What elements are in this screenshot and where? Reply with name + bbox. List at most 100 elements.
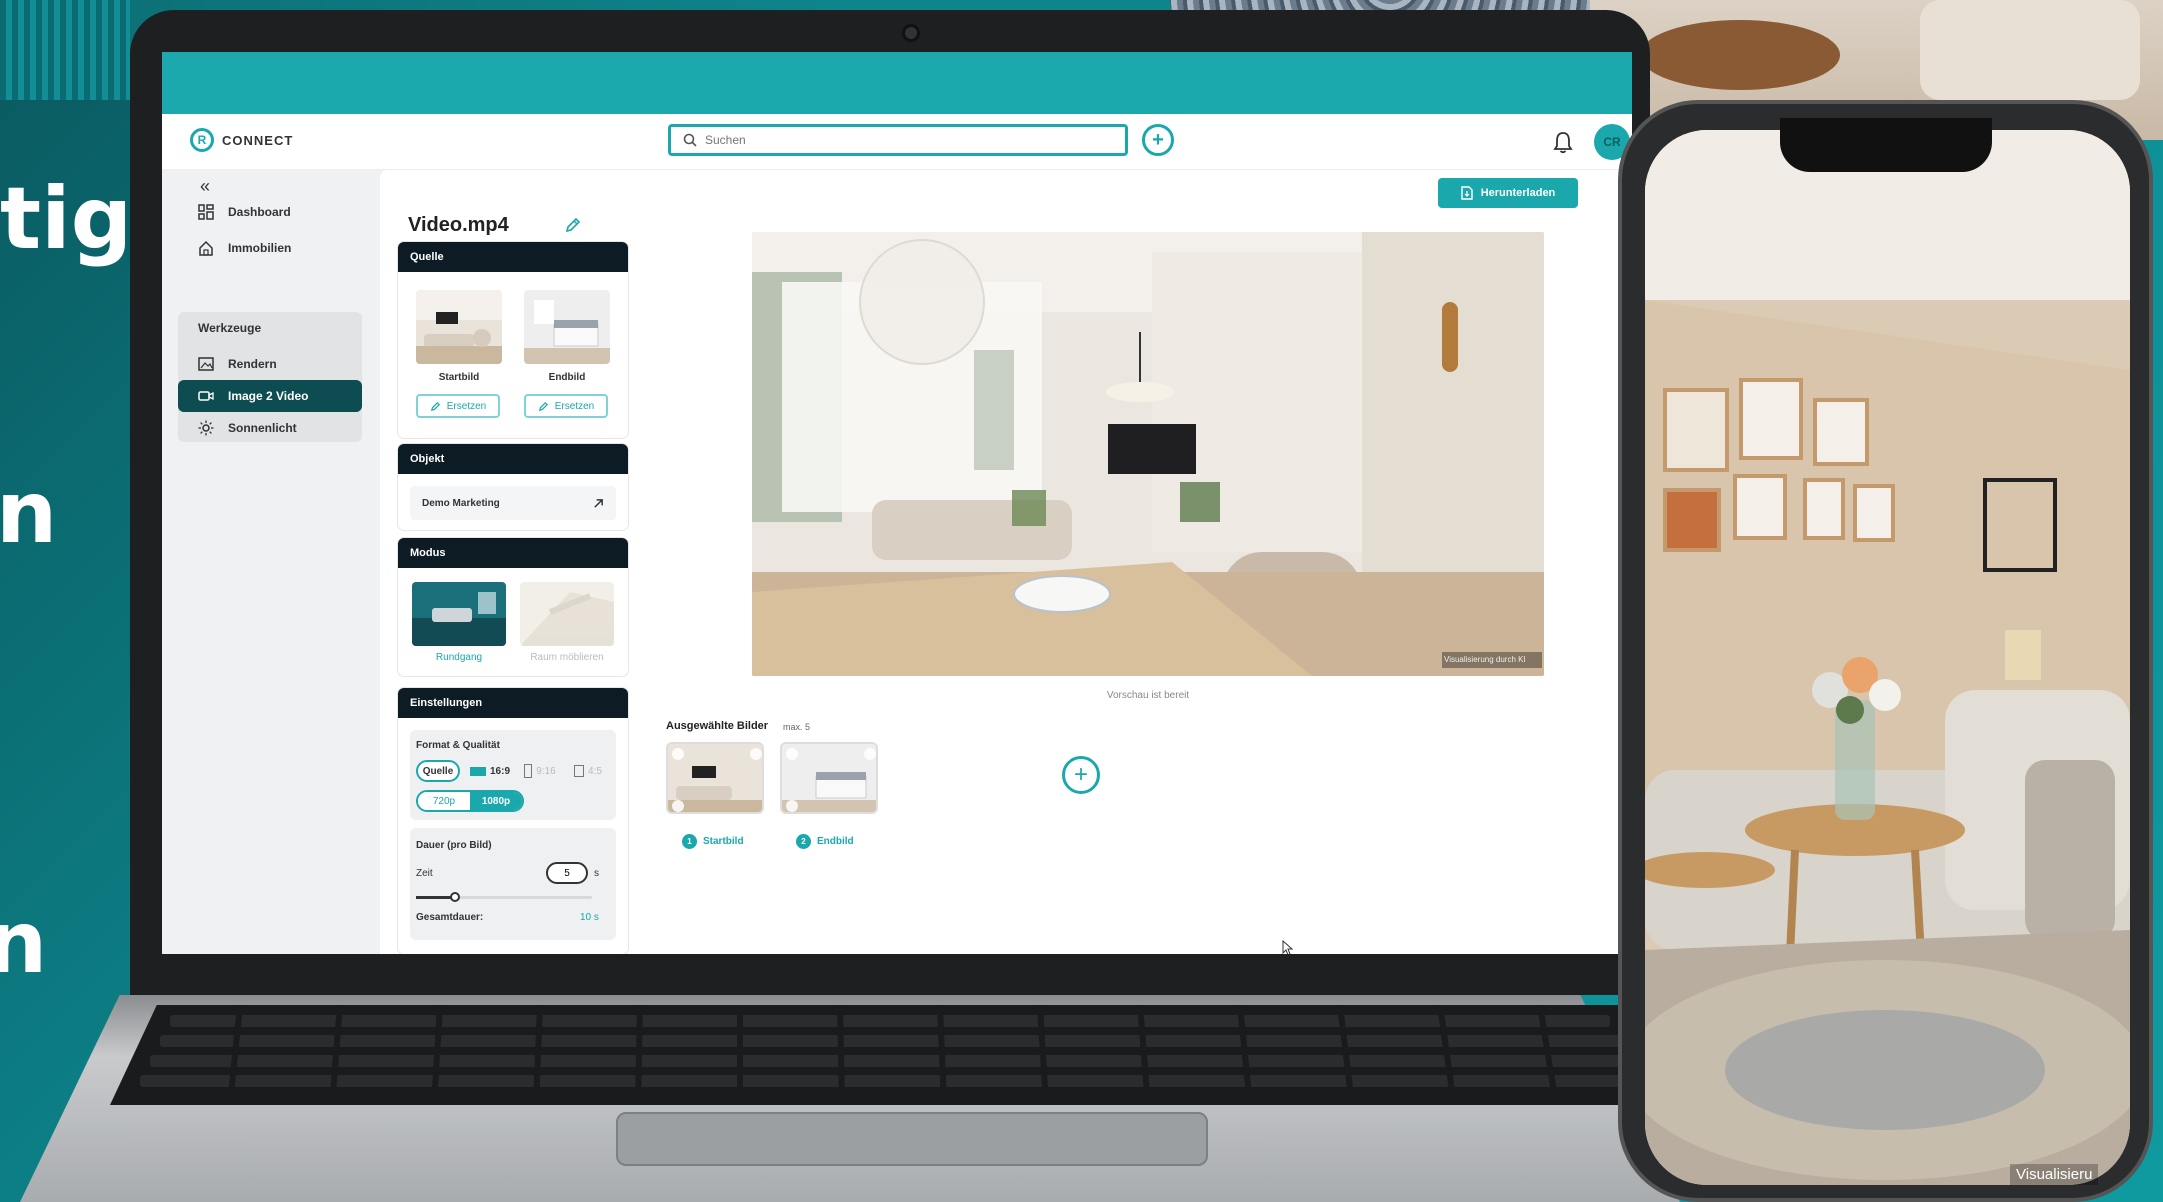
furnish-mode-thumbnail [520, 582, 614, 646]
video-camera-icon [198, 391, 214, 401]
total-duration-value: 10 s [580, 912, 599, 923]
app-logo[interactable]: R CONNECT [190, 128, 293, 152]
image-number-badge: 1 [682, 834, 697, 849]
format-option-label: 4:5 [588, 765, 602, 777]
replace-end-button[interactable]: Ersetzen [524, 394, 608, 418]
duration-label: Dauer (pro Bild) [416, 840, 492, 851]
selected-images-title: Ausgewählte Bilder [666, 720, 769, 732]
edit-title-pencil-icon[interactable] [564, 216, 582, 234]
mode-option-tour[interactable] [412, 582, 506, 646]
format-option-source[interactable]: Quelle [416, 760, 460, 782]
pencil-icon [538, 401, 548, 411]
sidebar-item-label: Immobilien [228, 241, 292, 255]
format-option-9-16[interactable]: 9:16 [520, 760, 560, 782]
replace-label: Ersetzen [446, 400, 487, 412]
add-button[interactable]: + [1142, 124, 1174, 156]
duration-box: Dauer (pro Bild) Zeit 5 s Gesamtdauer: 1… [410, 828, 616, 940]
background-stripes [0, 0, 130, 100]
sidebar-item-sonnenlicht[interactable]: Sonnenlicht [178, 412, 362, 444]
keyboard-keys [140, 1005, 1640, 1105]
tour-mode-thumbnail [412, 582, 506, 646]
replace-start-button[interactable]: Ersetzen [416, 394, 500, 418]
mode-option-furnish[interactable] [520, 582, 614, 646]
dashboard-icon [198, 204, 214, 220]
arrow-up-right-icon [594, 498, 603, 508]
logo-text: CONNECT [222, 132, 294, 148]
coffee-table [1640, 20, 1840, 90]
mode-furnish-label: Raum möblieren [530, 652, 604, 663]
mouse-cursor-icon [1282, 940, 1294, 954]
search-icon [683, 133, 697, 147]
headline-fragment-2: n [0, 463, 58, 563]
search-box[interactable] [668, 124, 1128, 156]
image-number-badge: 2 [796, 834, 811, 849]
video-preview[interactable]: Visualisierung durch KI [752, 232, 1544, 676]
selected-images-max: max. 5 [783, 722, 811, 732]
format-option-4-5[interactable]: 4:5 [568, 760, 608, 782]
laptop-keyboard [110, 1005, 1670, 1105]
screen-top-band [162, 52, 1632, 114]
headline-fragment-3: n [0, 893, 48, 993]
sidebar-group-label: Werkzeuge [198, 321, 262, 335]
sidebar-item-rendern[interactable]: Rendern [178, 348, 362, 380]
sidebar: « Dashboard Immobilien Werkzeuge Rendern… [178, 170, 368, 470]
settings-card: Einstellungen Format & Qualität Quelle 1… [398, 688, 628, 954]
image-role-label: Endbild [817, 836, 854, 847]
card-title: Einstellungen [398, 688, 628, 718]
selected-image-2-label: 2 Endbild [796, 834, 854, 849]
sidebar-item-dashboard[interactable]: Dashboard [178, 196, 362, 228]
time-slider-handle[interactable] [450, 892, 460, 902]
object-name: Demo Marketing [422, 497, 500, 509]
add-image-button[interactable]: + [1062, 756, 1100, 794]
mode-tour-label: Rundgang [435, 652, 483, 663]
end-image-thumbnail[interactable] [524, 290, 610, 364]
phone-image-caption: Visualisieru [2010, 1164, 2099, 1185]
selected-image-2[interactable] [780, 742, 878, 814]
logo-mark-icon: R [190, 128, 214, 152]
preview-watermark: Visualisierung durch KI [1444, 655, 1526, 664]
quality-toggle: 720p 1080p [416, 790, 524, 812]
sidebar-item-label: Image 2 Video [228, 389, 309, 403]
quality-720p[interactable]: 720p [418, 792, 470, 810]
preview-status: Vorschau ist bereit [1106, 690, 1190, 701]
plus-icon: + [1152, 128, 1164, 151]
object-card: Objekt Demo Marketing [398, 444, 628, 530]
time-input[interactable]: 5 [546, 862, 588, 884]
format-label: Format & Qualität [416, 740, 500, 751]
file-download-icon [1461, 186, 1473, 200]
sidebar-item-image-2-video[interactable]: Image 2 Video [178, 380, 362, 412]
page-title: Video.mp4 [408, 214, 509, 236]
image-render-icon [198, 357, 214, 371]
quality-1080p[interactable]: 1080p [470, 792, 522, 810]
sun-icon [198, 420, 214, 436]
card-title: Objekt [398, 444, 628, 474]
download-label: Herunterladen [1480, 187, 1556, 199]
bedroom-thumbnail [524, 290, 610, 364]
time-label: Zeit [416, 868, 433, 879]
format-quality-box: Format & Qualität Quelle 16:9 9:16 4:5 7… [410, 730, 616, 820]
time-slider-fill [416, 896, 454, 899]
format-option-16-9[interactable]: 16:9 [468, 760, 512, 782]
laptop-camera [902, 24, 920, 42]
editor-panel: Video.mp4 Quelle Startbild Endbild Erset… [380, 170, 1632, 954]
plus-icon: + [1073, 761, 1088, 788]
headline-fragment-1: tig [0, 169, 133, 269]
start-image-thumbnail[interactable] [416, 290, 502, 364]
search-input[interactable] [705, 133, 1085, 147]
replace-label: Ersetzen [554, 400, 595, 412]
time-slider-track[interactable] [416, 892, 592, 902]
living-room-thumbnail [416, 290, 502, 364]
selected-image-1[interactable] [666, 742, 764, 814]
sidebar-item-label: Dashboard [228, 205, 291, 219]
sidebar-item-immobilien[interactable]: Immobilien [178, 232, 362, 264]
object-link-row[interactable]: Demo Marketing [410, 486, 616, 520]
download-button[interactable]: Herunterladen [1438, 178, 1578, 208]
total-duration-label: Gesamtdauer: [416, 912, 484, 923]
preview-room-image [752, 232, 1544, 676]
sidebar-item-label: Rendern [228, 357, 277, 371]
bell-icon[interactable] [1552, 130, 1574, 154]
pencil-icon [430, 401, 440, 411]
card-title: Modus [398, 538, 628, 568]
selected-image-1-label: 1 Startbild [682, 834, 744, 849]
collapse-sidebar-icon[interactable]: « [200, 176, 210, 197]
